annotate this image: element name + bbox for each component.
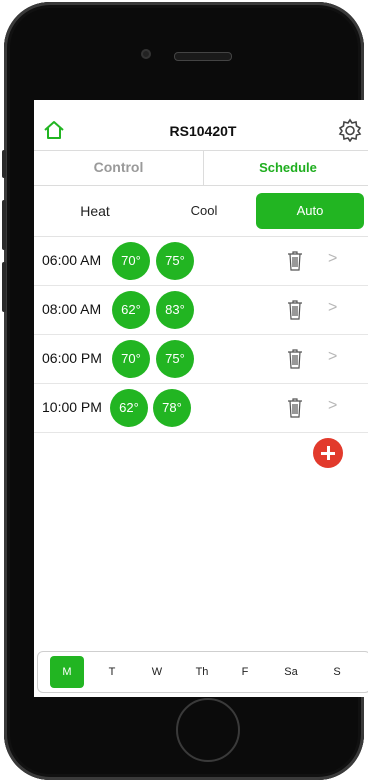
day-thursday[interactable]: Th — [185, 656, 219, 688]
trash-icon[interactable] — [287, 397, 303, 419]
schedule-row[interactable]: 10:00 PM 62° 78° > — [34, 384, 368, 433]
trash-icon[interactable] — [287, 348, 303, 370]
tab-schedule[interactable]: Schedule — [204, 150, 368, 185]
day-wednesday[interactable]: W — [140, 656, 174, 688]
cool-setpoint[interactable]: 83° — [156, 291, 194, 329]
schedule-time: 06:00 AM — [42, 252, 102, 268]
device-title: RS10420T — [169, 123, 237, 139]
earpiece-speaker — [174, 52, 232, 61]
row-detail-chevron[interactable]: > — [328, 299, 337, 317]
tab-control[interactable]: Control — [34, 150, 204, 185]
cool-setpoint[interactable]: 75° — [156, 242, 194, 280]
row-detail-chevron[interactable]: > — [328, 250, 337, 268]
mode-selector: Heat Cool Auto — [34, 186, 368, 237]
schedule-time: 10:00 PM — [42, 399, 102, 415]
front-camera — [141, 49, 151, 59]
mute-switch — [2, 150, 6, 178]
heat-setpoint[interactable]: 70° — [112, 242, 150, 280]
volume-up-button — [2, 200, 6, 250]
day-tuesday[interactable]: T — [95, 656, 129, 688]
heat-setpoint[interactable]: 62° — [110, 389, 148, 427]
day-monday[interactable]: M — [50, 656, 84, 688]
phone-home-button[interactable] — [176, 698, 240, 762]
add-schedule-button[interactable] — [313, 438, 343, 468]
schedule-time: 08:00 AM — [42, 301, 102, 317]
schedule-row[interactable]: 06:00 PM 70° 75° > — [34, 335, 368, 384]
app-header: RS10420T — [34, 100, 368, 151]
phone-frame: RS10420T Control Schedule Heat Cool Auto… — [4, 2, 368, 780]
row-detail-chevron[interactable]: > — [328, 348, 337, 366]
day-sunday[interactable]: S — [320, 656, 354, 688]
top-tabs: Control Schedule — [34, 150, 368, 186]
app-screen: RS10420T Control Schedule Heat Cool Auto… — [34, 100, 368, 697]
trash-icon[interactable] — [287, 250, 303, 272]
day-selector: M T W Th F Sa S — [37, 651, 368, 693]
mode-cool-button[interactable]: Cool — [150, 193, 258, 229]
cool-setpoint[interactable]: 78° — [153, 389, 191, 427]
heat-setpoint[interactable]: 62° — [112, 291, 150, 329]
cool-setpoint[interactable]: 75° — [156, 340, 194, 378]
schedule-row[interactable]: 08:00 AM 62° 83° > — [34, 286, 368, 335]
row-detail-chevron[interactable]: > — [328, 397, 337, 415]
schedule-time: 06:00 PM — [42, 350, 102, 366]
trash-icon[interactable] — [287, 299, 303, 321]
day-saturday[interactable]: Sa — [274, 656, 308, 688]
day-friday[interactable]: F — [228, 656, 262, 688]
volume-down-button — [2, 262, 6, 312]
schedule-row[interactable]: 06:00 AM 70° 75° > — [34, 237, 368, 286]
mode-heat-button[interactable]: Heat — [40, 193, 150, 229]
gear-icon[interactable] — [338, 118, 362, 142]
mode-auto-button[interactable]: Auto — [256, 193, 364, 229]
heat-setpoint[interactable]: 70° — [112, 340, 150, 378]
